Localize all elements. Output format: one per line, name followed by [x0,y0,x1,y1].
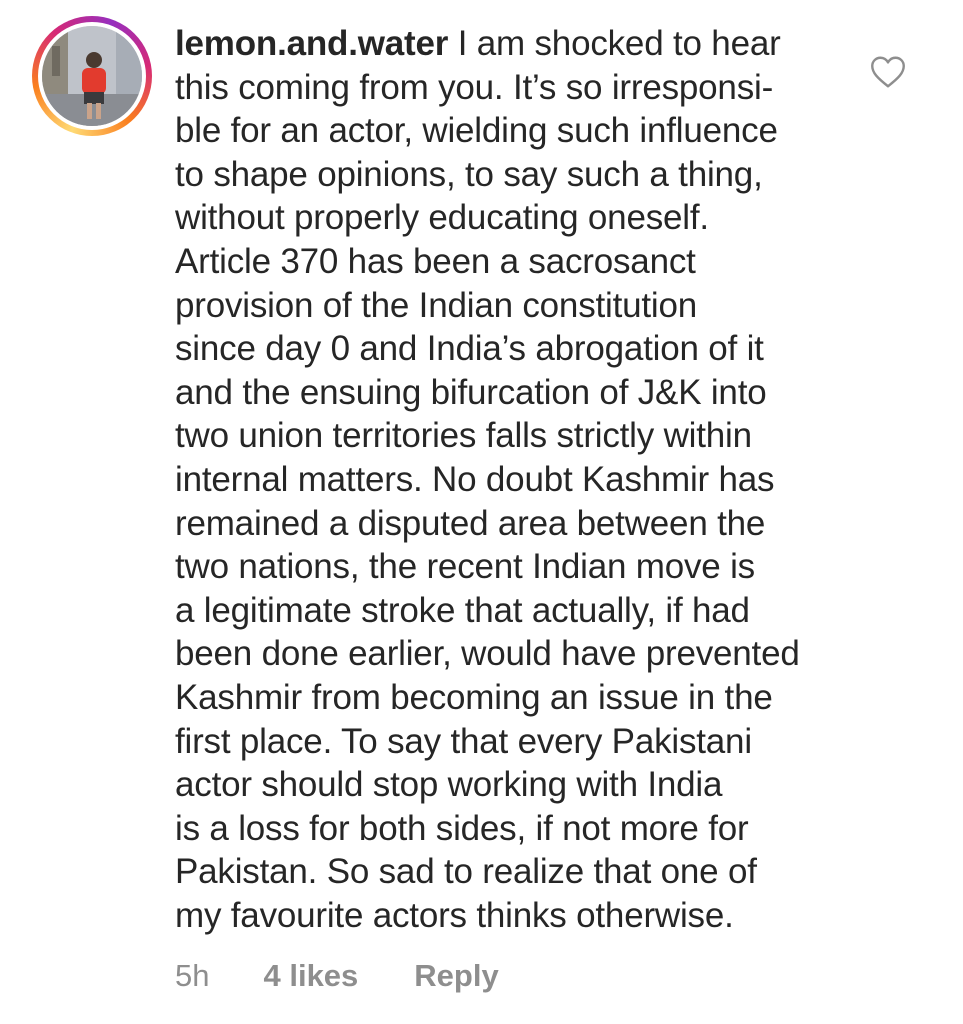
comment-line: is a loss for both sides, if not more fo… [175,808,749,848]
comment-line: since day 0 and India’s abrogation of it [175,329,764,369]
comment-line: this coming from you. It’s so irresponsi… [175,67,774,107]
comment-timestamp: 5h [175,958,210,993]
avatar-photo [42,26,142,126]
comment-line: without properly educating oneself. [175,198,709,238]
comment-text-start: I am shocked to hear [448,24,781,63]
comment-username[interactable]: lemon.and.water [175,24,448,63]
avatar-story-ring[interactable] [32,16,152,136]
comment-line: two nations, the recent Indian move is [175,547,755,587]
comment-line: ble for an actor, wielding such influenc… [175,111,778,151]
reply-button[interactable]: Reply [414,958,498,994]
avatar[interactable] [42,26,142,126]
comment-line: actor should stop working with India [175,765,723,805]
comment-line: been done earlier, would have prevented [175,634,800,674]
comment-line: internal matters. No doubt Kashmir has [175,459,775,499]
comment-line: Pakistan. So sad to realize that one of [175,852,757,892]
comment-line: two union territories falls strictly wit… [175,416,752,456]
comment-line: remained a disputed area between the [175,503,766,543]
comment-line: provision of the Indian constitution [175,285,698,325]
comment-line: Article 370 has been a sacrosanct [175,241,696,281]
comment-first-line: lemon.and.water I am shocked to hear [175,22,855,66]
comment-line: and the ensuing bifurcation of J&K into [175,372,767,412]
comment-line: to shape opinions, to say such a thing, [175,154,763,194]
comment-line: Kashmir from becoming an issue in the [175,677,773,717]
comment-line: my favourite actors thinks otherwise. [175,895,734,935]
comment-line: first place. To say that every Pakistani [175,721,752,761]
heart-outline-icon[interactable] [870,55,906,89]
comment-meta: 5h 4 likes Reply [175,958,499,994]
comment-line: a legitimate stroke that actually, if ha… [175,590,750,630]
comment-body: lemon.and.water I am shocked to hear thi… [175,22,855,937]
comment-likes-count[interactable]: 4 likes [263,958,358,994]
